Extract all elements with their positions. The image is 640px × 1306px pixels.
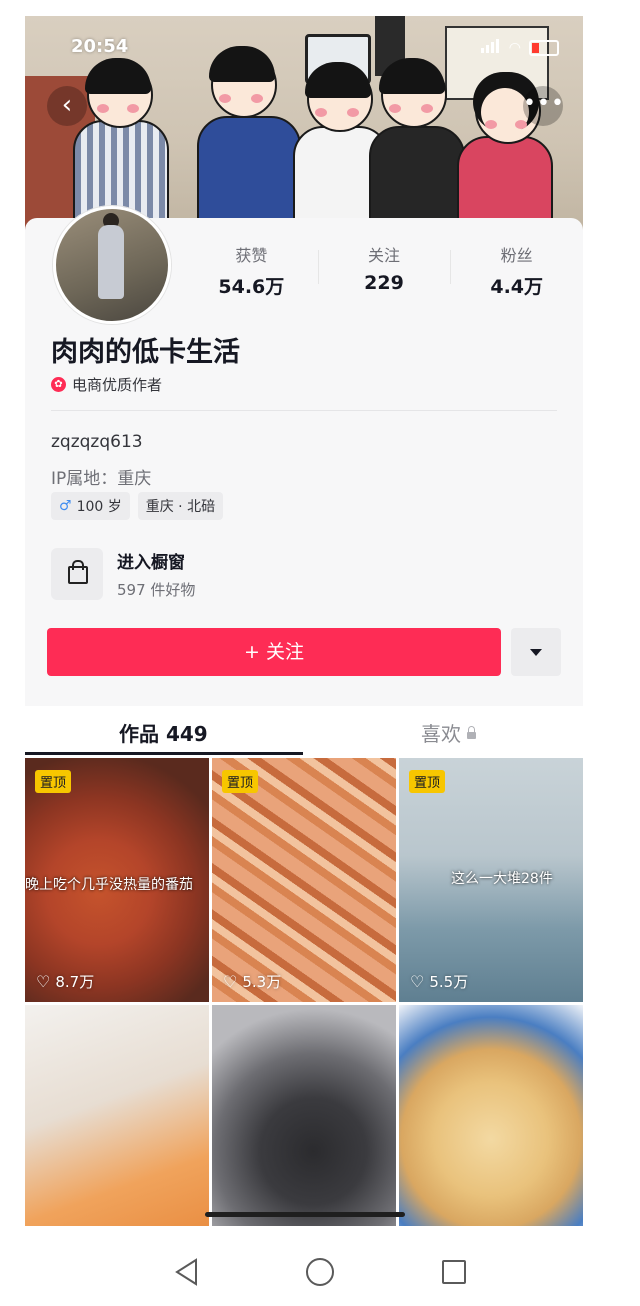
tab-likes[interactable]: 喜欢 (421, 718, 476, 747)
male-icon: ♂ (59, 498, 72, 514)
profile-stats: 获赞 54.6万 关注 229 粉丝 4.4万 (185, 242, 583, 299)
nav-home-icon[interactable] (306, 1258, 334, 1286)
profile-info-panel: 获赞 54.6万 关注 229 粉丝 4.4万 肉肉的低卡生活 ✿ 电商优质作者… (25, 206, 583, 758)
tab-likes-label: 喜欢 (421, 722, 461, 746)
video-likes: ♡ 5.5万 (410, 971, 468, 992)
stat-value: 229 (364, 272, 404, 294)
shop-title: 进入橱窗 (117, 553, 185, 573)
chevron-left-icon: ‹ (61, 90, 73, 120)
follow-button[interactable]: + 关注 (47, 628, 501, 676)
profile-tags: ♂ 100 岁 重庆 · 北碚 (51, 492, 224, 520)
wifi-icon: ◠ (508, 39, 521, 56)
video-thumbnail[interactable] (25, 1005, 209, 1226)
tab-works[interactable]: 作品 449 (119, 718, 208, 747)
caret-down-icon (530, 649, 542, 656)
stat-label: 关注 (368, 246, 401, 265)
lock-icon (467, 726, 476, 739)
back-button[interactable]: ‹ (47, 86, 87, 126)
shop-window-entry[interactable]: 进入橱窗 597 件好物 (51, 548, 195, 600)
heart-icon: ♡ (36, 972, 51, 991)
active-tab-indicator (25, 752, 303, 755)
stat-value: 4.4万 (490, 276, 544, 298)
status-bar: 20:54 ◠ (25, 16, 583, 57)
video-likes: ♡ 5.3万 (223, 971, 281, 992)
certification-label: ✿ 电商优质作者 (51, 374, 162, 395)
shop-item-count: 597 件好物 (117, 581, 196, 599)
video-caption: 这么一大堆28件 (451, 871, 553, 887)
more-options-button[interactable]: ••• (523, 86, 565, 126)
signal-icon (480, 38, 501, 57)
certification-text: 电商优质作者 (72, 376, 163, 394)
stat-label: 粉丝 (500, 246, 533, 265)
battery-icon (529, 39, 559, 56)
video-thumbnail[interactable]: 置顶 ♡ 5.3万 (212, 758, 396, 1002)
like-count: 5.5万 (429, 973, 469, 991)
stat-likes-received[interactable]: 获赞 54.6万 (185, 242, 318, 299)
heart-icon: ♡ (223, 972, 238, 991)
recommend-dropdown-button[interactable] (511, 628, 561, 676)
video-thumbnail[interactable] (399, 1005, 583, 1226)
divider (51, 410, 557, 411)
video-likes: ♡ 8.7万 (36, 971, 94, 992)
video-thumbnail[interactable]: 置顶 这么一大堆28件 ♡ 5.5万 (399, 758, 583, 1002)
heart-icon: ♡ (410, 972, 425, 991)
more-dots-icon: ••• (523, 91, 565, 116)
stat-value: 54.6万 (218, 276, 285, 298)
location-tag: 重庆 · 北碚 (137, 492, 224, 520)
video-caption: 晚上吃个几乎没热量的番茄 (25, 877, 193, 893)
status-time: 20:54 (71, 36, 129, 57)
pinned-badge: 置顶 (35, 770, 72, 793)
profile-screen: 20:54 ◠ ‹ ••• 获赞 54.6万 关注 229 粉丝 4.4万 肉肉… (25, 16, 583, 1226)
pinned-badge: 置顶 (409, 770, 446, 793)
system-navigation-bar (0, 1240, 640, 1306)
video-grid: 置顶 晚上吃个几乎没热量的番茄 ♡ 8.7万 置顶 ♡ 5.3万 置顶 这么一大堆2… (25, 758, 583, 1226)
stat-following[interactable]: 关注 229 (317, 242, 451, 299)
verified-badge-icon: ✿ (51, 377, 66, 392)
user-id: zqzqzq613 (51, 432, 143, 452)
shopping-bag-icon (51, 548, 103, 600)
stat-label: 获赞 (235, 246, 268, 265)
ip-location: IP属地：重庆 (51, 469, 152, 489)
video-thumbnail[interactable]: 置顶 晚上吃个几乎没热量的番茄 ♡ 8.7万 (25, 758, 209, 1002)
stat-followers[interactable]: 粉丝 4.4万 (450, 242, 583, 299)
home-indicator (205, 1212, 405, 1217)
avatar[interactable] (53, 206, 171, 324)
age-tag: ♂ 100 岁 (51, 492, 130, 520)
nav-back-icon[interactable] (174, 1258, 200, 1286)
like-count: 8.7万 (55, 973, 95, 991)
profile-nickname: 肉肉的低卡生活 (51, 337, 240, 368)
content-tabs: 作品 449 喜欢 (25, 706, 583, 758)
video-thumbnail[interactable] (212, 1005, 396, 1226)
nav-recent-apps-icon[interactable] (442, 1260, 466, 1284)
like-count: 5.3万 (242, 973, 282, 991)
age-text: 100 岁 (76, 499, 122, 515)
pinned-badge: 置顶 (222, 770, 259, 793)
